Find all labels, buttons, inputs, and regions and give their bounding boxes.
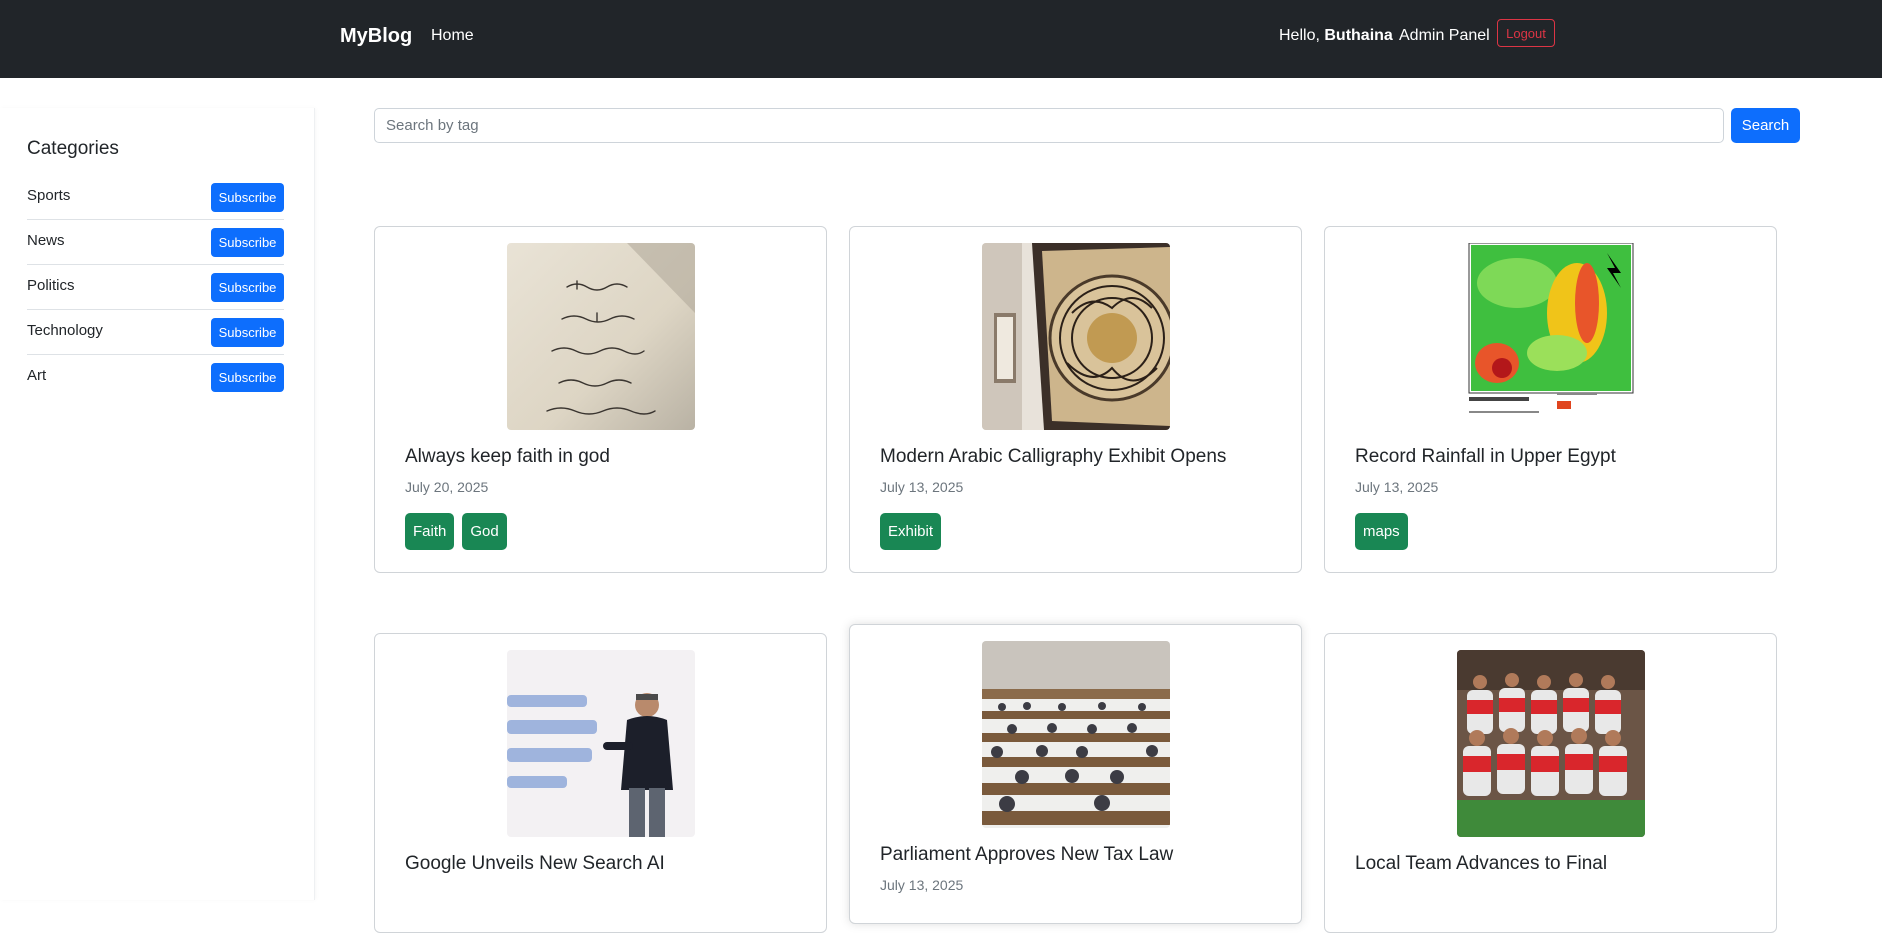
search-button[interactable]: Search <box>1731 108 1800 143</box>
parliament-hall-image <box>982 641 1170 828</box>
brand-logo[interactable]: MyBlog <box>340 25 412 48</box>
speaker-on-stage-image <box>507 650 695 837</box>
subscribe-button[interactable]: Subscribe <box>211 318 284 347</box>
post-date: July 13, 2025 <box>880 479 964 495</box>
post-title[interactable]: Google Unveils New Search AI <box>405 853 665 875</box>
post-title[interactable]: Modern Arabic Calligraphy Exhibit Opens <box>880 446 1226 468</box>
tag-badge[interactable]: Faith <box>405 513 455 550</box>
logout-button[interactable]: Logout <box>1497 19 1555 47</box>
egypt-rainfall-map-image <box>1457 243 1645 430</box>
post-date: July 20, 2025 <box>405 479 489 495</box>
nav-home-link[interactable]: Home <box>431 27 474 45</box>
category-item-sports: Sports Subscribe <box>27 175 284 220</box>
post-card[interactable]: Google Unveils New Search AI <box>374 633 827 933</box>
category-item-technology: Technology Subscribe <box>27 310 284 355</box>
arabic-quote-wall-image <box>507 243 695 430</box>
tag-badge[interactable]: Exhibit <box>880 513 942 550</box>
post-card[interactable]: Parliament Approves New Tax Law July 13,… <box>849 624 1302 924</box>
football-team-image <box>1457 650 1645 837</box>
username: Buthaina <box>1324 27 1393 44</box>
tag-badge[interactable]: maps <box>1355 513 1408 550</box>
post-title[interactable]: Record Rainfall in Upper Egypt <box>1355 446 1616 468</box>
top-navbar: MyBlog Home Hello, Buthaina Admin Panel … <box>0 0 1882 78</box>
calligraphy-frame-image <box>982 243 1170 430</box>
category-item-art: Art Subscribe <box>27 355 284 400</box>
post-tags: Exhibit <box>880 513 942 550</box>
post-image[interactable] <box>507 650 695 837</box>
category-label: Technology <box>27 322 103 339</box>
post-image[interactable] <box>1457 650 1645 837</box>
post-card[interactable]: Modern Arabic Calligraphy Exhibit Opens … <box>849 226 1302 573</box>
post-image[interactable] <box>507 243 695 430</box>
post-card[interactable]: Local Team Advances to Final <box>1324 633 1777 933</box>
category-item-politics: Politics Subscribe <box>27 265 284 310</box>
post-title[interactable]: Local Team Advances to Final <box>1355 853 1607 875</box>
subscribe-button[interactable]: Subscribe <box>211 273 284 302</box>
categories-sidebar: Categories Sports Subscribe News Subscri… <box>0 108 315 900</box>
post-image[interactable] <box>982 243 1170 430</box>
subscribe-button[interactable]: Subscribe <box>211 183 284 212</box>
greeting-prefix: Hello, <box>1279 27 1320 44</box>
post-card[interactable]: Always keep faith in god July 20, 2025 F… <box>374 226 827 573</box>
category-label: News <box>27 232 65 249</box>
tag-badge[interactable]: God <box>462 513 507 550</box>
subscribe-button[interactable]: Subscribe <box>211 228 284 257</box>
category-item-news: News Subscribe <box>27 220 284 265</box>
post-card[interactable]: Record Rainfall in Upper Egypt July 13, … <box>1324 226 1777 573</box>
categories-heading: Categories <box>27 138 119 159</box>
post-title[interactable]: Always keep faith in god <box>405 446 610 468</box>
tag-search-input[interactable]: Search by tag <box>374 108 1724 143</box>
post-tags: Faith God <box>405 513 507 550</box>
category-label: Sports <box>27 187 71 204</box>
subscribe-button[interactable]: Subscribe <box>211 363 284 392</box>
user-greeting: Hello, Buthaina <box>1279 27 1393 45</box>
post-title[interactable]: Parliament Approves New Tax Law <box>880 844 1173 866</box>
post-tags: maps <box>1355 513 1408 550</box>
category-label: Politics <box>27 277 75 294</box>
category-label: Art <box>27 367 47 384</box>
post-image[interactable] <box>982 641 1170 828</box>
post-image[interactable] <box>1457 243 1645 430</box>
post-date: July 13, 2025 <box>1355 479 1439 495</box>
post-date: July 13, 2025 <box>880 877 964 893</box>
admin-panel-link[interactable]: Admin Panel <box>1399 27 1490 45</box>
